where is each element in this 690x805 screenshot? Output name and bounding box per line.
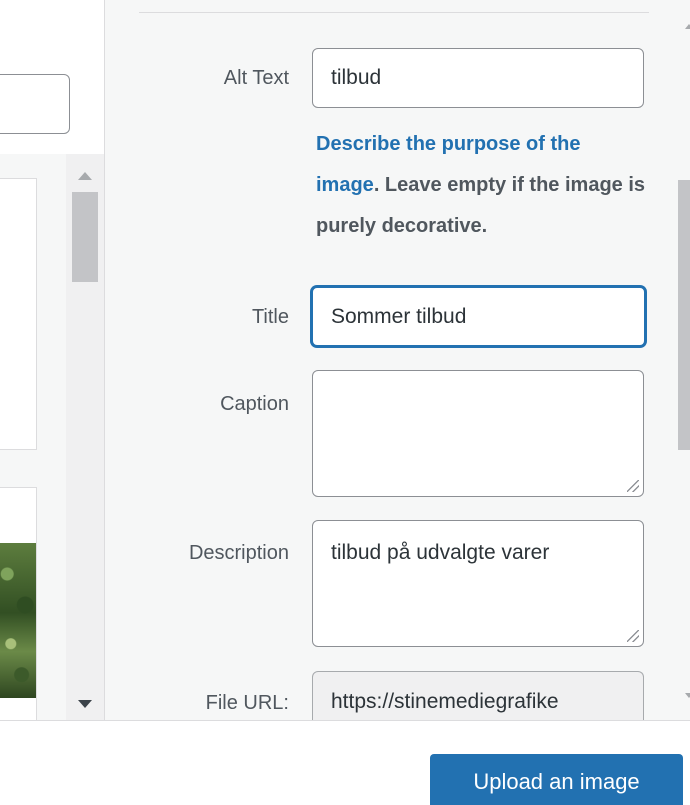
resize-handle-icon[interactable] <box>627 630 639 642</box>
attachment-image <box>0 543 36 698</box>
details-scroll-down-icon[interactable] <box>685 693 690 698</box>
details-scrollbar-thumb[interactable] <box>678 180 690 450</box>
title-input[interactable]: Sommer tilbud <box>311 286 646 347</box>
title-label: Title <box>251 306 289 328</box>
attachment-details-panel: Alt Text tilbud Describe the purpose of … <box>104 0 690 720</box>
description-value: tilbud på udvalgte varer <box>331 541 550 564</box>
description-textarea[interactable]: tilbud på udvalgte varer <box>312 520 644 647</box>
scrollbar-thumb[interactable] <box>72 192 98 282</box>
details-scroll-up-icon[interactable] <box>685 24 690 29</box>
resize-handle-icon[interactable] <box>627 480 639 492</box>
alt-text-help: Describe the purpose of the image. Leave… <box>316 124 646 247</box>
file-url-input[interactable]: https://stinemediegrafike <box>312 671 644 720</box>
scroll-down-arrow-icon[interactable] <box>78 700 92 708</box>
media-modal: Alt Text tilbud Describe the purpose of … <box>0 0 690 805</box>
attachment-thumbnail-photo[interactable] <box>0 487 37 721</box>
details-divider <box>139 12 649 13</box>
attachment-thumbnail[interactable] <box>0 178 37 450</box>
caption-textarea[interactable] <box>312 370 644 497</box>
caption-label: Caption <box>220 393 289 415</box>
upload-image-button[interactable]: Upload an image <box>430 754 683 805</box>
media-search-input[interactable] <box>0 74 70 134</box>
scroll-up-arrow-icon[interactable] <box>78 172 92 180</box>
file-url-label: File URL: <box>205 692 289 714</box>
alt-text-input[interactable]: tilbud <box>312 48 644 108</box>
description-label: Description <box>188 542 289 564</box>
alt-text-label: Alt Text <box>223 67 289 89</box>
media-toolbar: Upload an image <box>0 720 690 805</box>
attachments-scrollbar[interactable] <box>66 154 104 720</box>
